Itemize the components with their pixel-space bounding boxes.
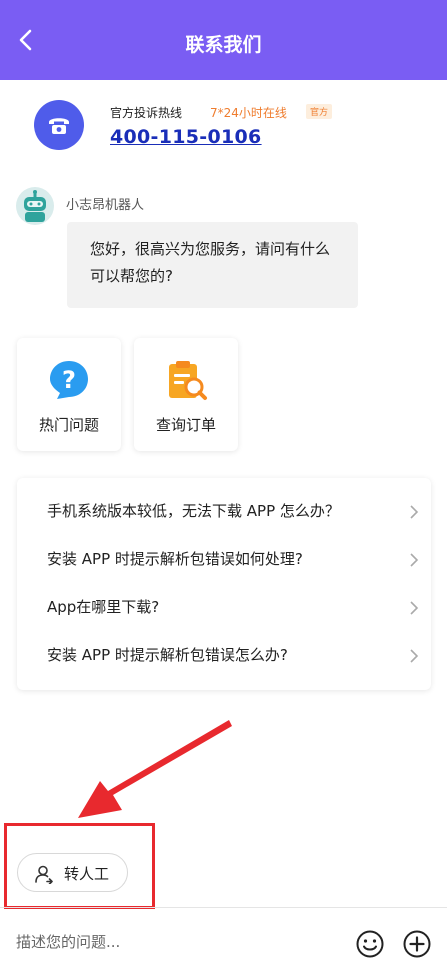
page-title: 联系我们 bbox=[185, 34, 262, 56]
app-header: 联系我们 bbox=[0, 0, 447, 80]
svg-text:?: ? bbox=[62, 366, 76, 394]
chevron-right-icon bbox=[410, 649, 419, 663]
emoji-icon[interactable] bbox=[355, 929, 385, 959]
quick-action-label: 热门问题 bbox=[38, 416, 99, 434]
agent-icon bbox=[35, 865, 53, 884]
faq-item[interactable]: 安装 APP 时提示解析包错误如何处理? bbox=[47, 548, 377, 572]
bot-name: 小志昂机器人 bbox=[66, 198, 145, 213]
faq-item[interactable]: 安装 APP 时提示解析包错误怎么办? bbox=[47, 644, 377, 668]
add-icon[interactable] bbox=[402, 929, 432, 959]
faq-item[interactable]: 手机系统版本较低，无法下载 APP 怎么办？ bbox=[47, 500, 377, 524]
order-search-icon bbox=[169, 361, 207, 400]
chevron-right-icon bbox=[410, 601, 419, 615]
hotline-hours: 7*24小时在线 bbox=[210, 106, 287, 120]
quick-action-order-query[interactable]: 查询订单 bbox=[134, 338, 238, 451]
hotline-label: 官方投诉热线 bbox=[110, 106, 183, 120]
faq-list: 手机系统版本较低，无法下载 APP 怎么办？ 安装 APP 时提示解析包错误如何… bbox=[17, 478, 431, 690]
question-icon: ? bbox=[50, 361, 88, 399]
robot-avatar-icon bbox=[16, 187, 54, 225]
chevron-right-icon bbox=[410, 505, 419, 519]
question-input[interactable] bbox=[16, 928, 336, 956]
transfer-to-human-button[interactable]: 转人工 bbox=[17, 853, 128, 892]
composer-divider bbox=[0, 907, 447, 908]
faq-item[interactable]: App在哪里下载? bbox=[47, 596, 377, 620]
official-badge: 官方 bbox=[306, 104, 333, 119]
hotline-number-link[interactable]: 400-115-0106 bbox=[110, 126, 262, 148]
phone-icon[interactable] bbox=[34, 100, 84, 150]
transfer-to-human-label: 转人工 bbox=[64, 865, 110, 883]
chevron-right-icon bbox=[410, 553, 419, 567]
quick-action-label: 查询订单 bbox=[155, 416, 216, 434]
quick-action-hot-questions[interactable]: ? 热门问题 bbox=[17, 338, 121, 451]
bot-message-bubble: 您好，很高兴为您服务，请问有什么可以帮您的? bbox=[67, 222, 358, 308]
